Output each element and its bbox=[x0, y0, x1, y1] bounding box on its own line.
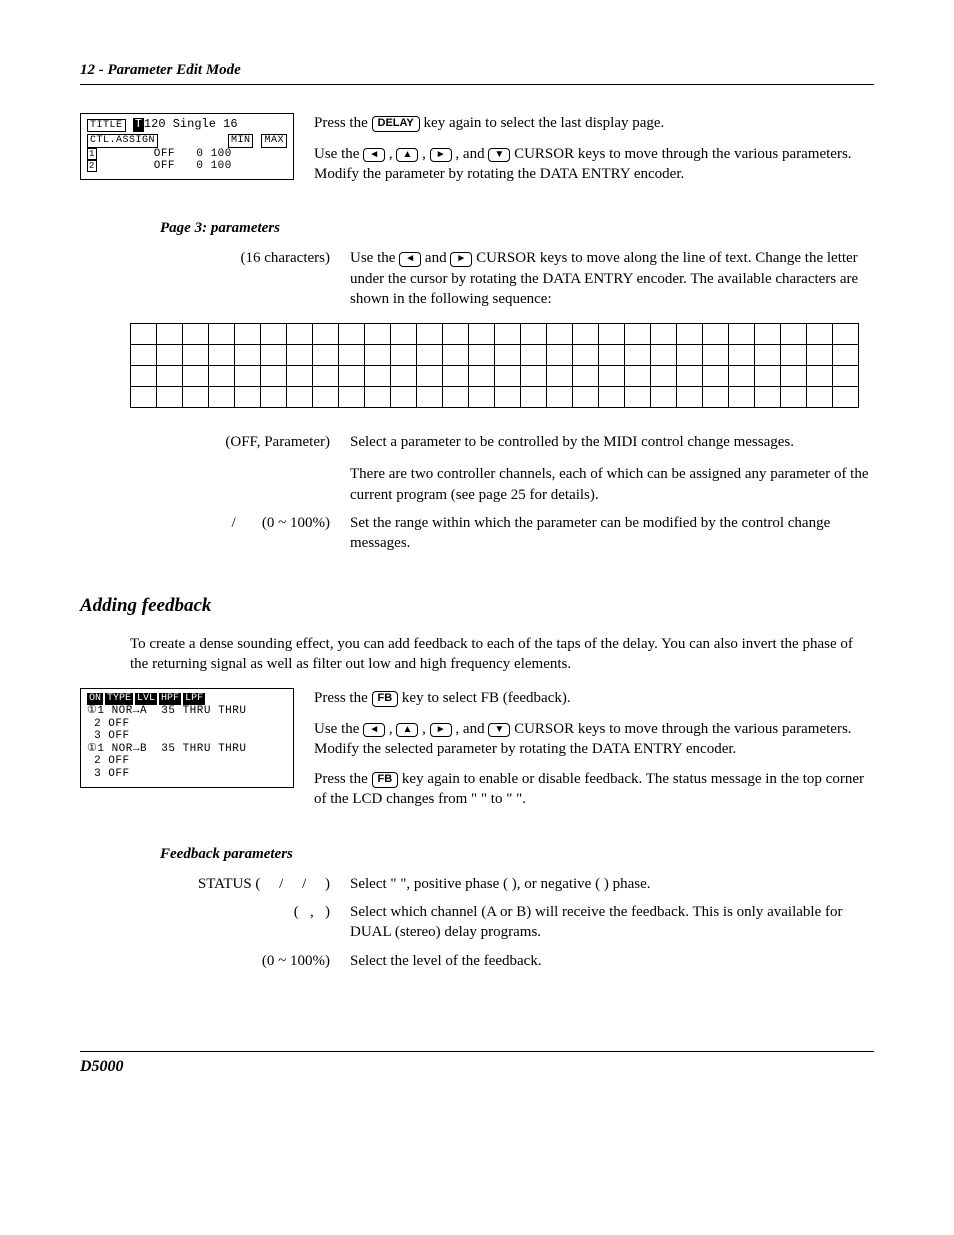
lcd1-cursor-char: T bbox=[133, 118, 144, 132]
param-range-left: / (0 ~ 100%) bbox=[80, 513, 350, 533]
lcd2-hdr-lvl: LVL bbox=[135, 693, 157, 705]
lcd2-hdr-hpf: HPF bbox=[159, 693, 181, 705]
cursor-right-icon: ► bbox=[430, 148, 452, 163]
fbp-channel-right: Select which channel (A or B) will recei… bbox=[350, 902, 874, 943]
cursor-right-icon: ► bbox=[450, 252, 472, 267]
lcd1-title-label: TITLE bbox=[87, 119, 126, 132]
lcd-screenshot-2: ON TYPE LVL HPF LPF ①1 NOR→A 35 THRU THR… bbox=[80, 688, 294, 787]
param-range-right: Set the range within which the parameter… bbox=[350, 513, 874, 554]
param-title-right: Use the ◄ and ► CURSOR keys to move alon… bbox=[350, 248, 874, 309]
cursor-left-icon: ◄ bbox=[363, 148, 385, 163]
param-ctl-right2: There are two controller channels, each … bbox=[350, 464, 874, 505]
fb-p2: Use the ◄ , ▲ , ► , and ▼ CURSOR keys to… bbox=[314, 719, 874, 760]
fb-key-icon: FB bbox=[372, 691, 399, 707]
lcd2-hdr-on: ON bbox=[87, 693, 103, 705]
fb-key-icon: FB bbox=[372, 772, 399, 788]
param-ctl-left: (OFF, Parameter) bbox=[80, 432, 350, 452]
page3-heading: Page 3: parameters bbox=[160, 218, 874, 238]
lcd1-ctl-label: CTL.ASSIGN bbox=[87, 134, 158, 148]
cursor-down-icon: ▼ bbox=[488, 148, 510, 163]
lcd1-title-value: 120 Single 16 bbox=[144, 117, 238, 131]
feedback-intro: To create a dense sounding effect, you c… bbox=[130, 634, 874, 675]
lcd2-r2: 2 OFF bbox=[87, 718, 287, 731]
lcd-screenshot-1: TITLE T120 Single 16 CTL.ASSIGN MIN MAX … bbox=[80, 113, 294, 180]
page-header: 12 - Parameter Edit Mode bbox=[80, 60, 874, 85]
param-title-left: (16 characters) bbox=[80, 248, 350, 268]
lcd1-row2: 2 OFF 0 100 bbox=[87, 160, 287, 173]
cursor-right-icon: ► bbox=[430, 723, 452, 738]
feedback-params-heading: Feedback parameters bbox=[160, 844, 874, 864]
lcd2-hdr-lpf: LPF bbox=[183, 693, 205, 705]
cursor-up-icon: ▲ bbox=[396, 723, 418, 738]
fb-p3: Press the FB key again to enable or disa… bbox=[314, 769, 874, 810]
lcd2-r5: 2 OFF bbox=[87, 755, 287, 768]
lcd2-r3: 3 OFF bbox=[87, 730, 287, 743]
lcd1-row1: 1 OFF 0 100 bbox=[87, 148, 287, 161]
cursor-keys-text-1: Use the ◄ , ▲ , ► , and ▼ CURSOR keys to… bbox=[314, 144, 874, 185]
character-grid bbox=[130, 323, 859, 408]
fb-p1: Press the FB key to select FB (feedback)… bbox=[314, 688, 874, 708]
lcd2-hdr-type: TYPE bbox=[105, 693, 133, 705]
fbp-level-right: Select the level of the feedback. bbox=[350, 951, 874, 971]
adding-feedback-heading: Adding feedback bbox=[80, 593, 874, 619]
lcd2-r6: 3 OFF bbox=[87, 768, 287, 781]
fbp-channel-left: ( , ) bbox=[80, 902, 350, 922]
delay-key-icon: DELAY bbox=[372, 116, 420, 132]
cursor-left-icon: ◄ bbox=[363, 723, 385, 738]
cursor-left-icon: ◄ bbox=[399, 252, 421, 267]
cursor-down-icon: ▼ bbox=[488, 723, 510, 738]
lcd2-r1: ①1 NOR→A 35 THRU THRU bbox=[87, 705, 287, 718]
fbp-level-left: (0 ~ 100%) bbox=[80, 951, 350, 971]
fbp-status-right: Select " ", positive phase ( ), or negat… bbox=[350, 874, 874, 894]
lcd1-max-label: MAX bbox=[261, 134, 287, 148]
lcd2-r4: ①1 NOR→B 35 THRU THRU bbox=[87, 743, 287, 756]
cursor-up-icon: ▲ bbox=[396, 148, 418, 163]
param-ctl-right1: Select a parameter to be controlled by t… bbox=[350, 432, 874, 452]
page-footer: D5000 bbox=[80, 1051, 874, 1078]
lcd1-min-label: MIN bbox=[228, 134, 254, 148]
press-delay-text: Press the DELAY key again to select the … bbox=[314, 113, 874, 133]
fbp-status-left: STATUS ( / / ) bbox=[80, 874, 350, 894]
